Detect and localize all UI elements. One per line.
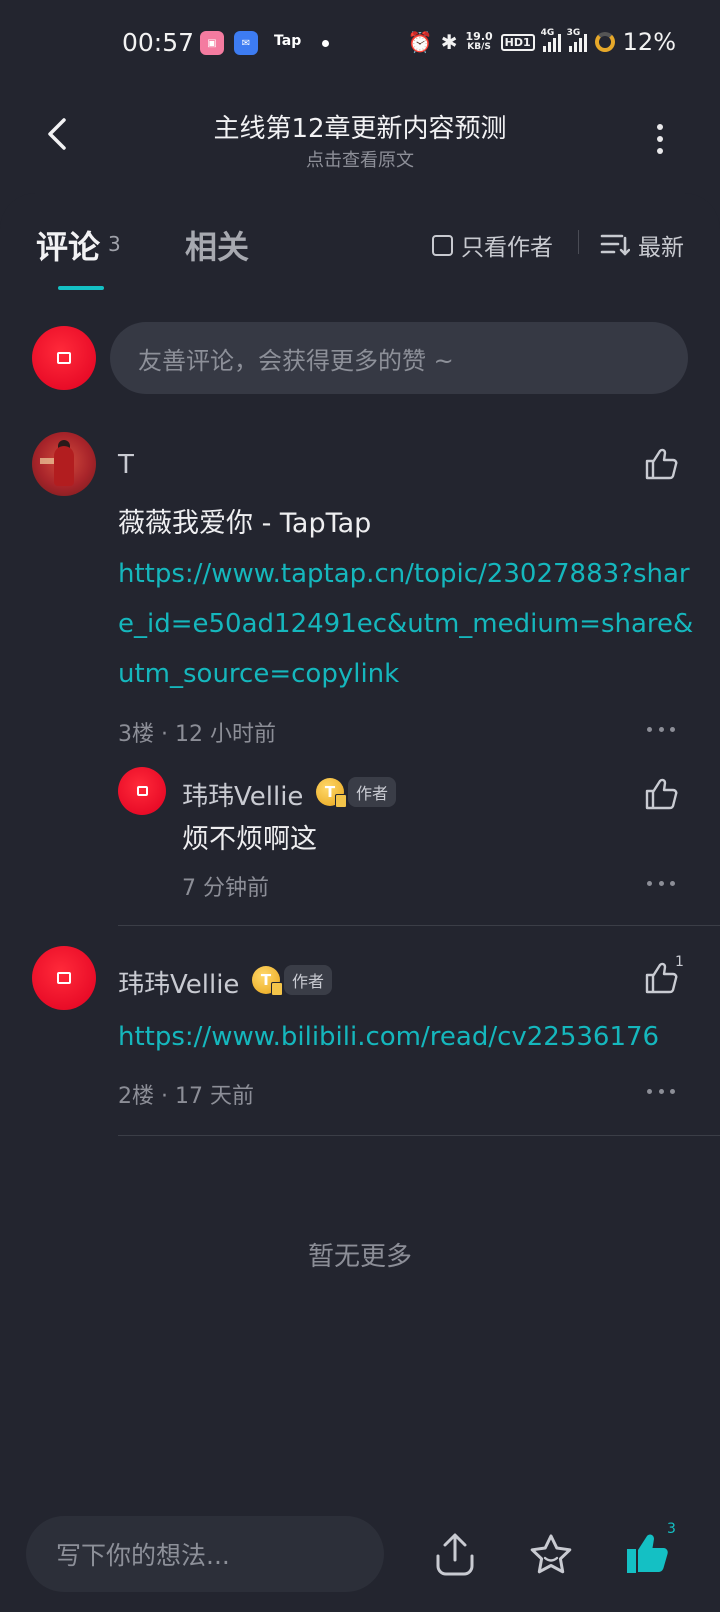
signal-4g-icon: 4G <box>541 28 561 52</box>
bottom-comment-input[interactable]: 写下你的想法... <box>26 1516 384 1592</box>
status-bar: 00:57 ▣ ✉ Tap ⏰ ✱ 19.0 KB/S HD1 4G 3G 12… <box>0 0 720 90</box>
sort-icon <box>600 234 630 256</box>
tab-comments[interactable]: 评论 <box>36 222 100 268</box>
more-notifications-dot <box>322 40 329 47</box>
comment-meta: 3楼 · 12 小时前 <box>118 716 276 748</box>
view-original-link[interactable]: 点击查看原文 <box>0 146 720 172</box>
favorite-icon[interactable] <box>528 1532 574 1578</box>
avatar-text-mark <box>40 458 54 464</box>
network-speed: 19.0 KB/S <box>466 31 493 53</box>
status-right-group: ⏰ ✱ 19.0 KB/S HD1 4G 3G 12% <box>408 28 676 56</box>
like-icon[interactable] <box>643 960 679 996</box>
comment-author[interactable]: T <box>118 450 134 480</box>
taptap-notification-icon: Tap <box>274 33 302 49</box>
signal-4g-label: 4G <box>540 28 555 38</box>
more-options-icon[interactable] <box>656 124 664 154</box>
like-count: 1 <box>675 954 684 970</box>
like-filled-icon[interactable] <box>624 1530 670 1576</box>
comment-time: 17 天前 <box>174 1084 254 1109</box>
comment-link[interactable]: https://www.taptap.cn/topic/23027883?sha… <box>118 549 698 699</box>
avatar-logo-icon <box>57 352 71 364</box>
avatar-logo-icon <box>136 786 148 796</box>
hd-voice-icon: HD1 <box>500 33 535 51</box>
comment-more-icon[interactable] <box>647 1089 675 1095</box>
comment-more-icon[interactable] <box>647 727 675 733</box>
signal-3g-icon: 3G <box>567 28 587 52</box>
author-only-label: 只看作者 <box>461 235 553 261</box>
signal-3g-label: 3G <box>566 28 581 38</box>
like-icon[interactable] <box>643 776 679 812</box>
comment-text: 薇薇我爱你 - TapTap <box>118 508 372 539</box>
network-speed-unit: KB/S <box>467 42 491 52</box>
reply-avatar[interactable] <box>118 767 166 815</box>
comments-sheet <box>0 193 720 1612</box>
comment-input-placeholder: 友善评论，会获得更多的赞 ~ <box>138 346 454 375</box>
tab-related[interactable]: 相关 <box>185 222 249 268</box>
comment-link[interactable]: https://www.bilibili.com/read/cv22536176 <box>118 1012 698 1062</box>
my-avatar[interactable] <box>32 326 96 390</box>
bilibili-icon: ▣ <box>200 31 224 55</box>
battery-percent: 12% <box>622 28 676 56</box>
no-more-label: 暂无更多 <box>307 1242 412 1272</box>
network-speed-value: 19.0 <box>465 30 493 43</box>
reply-author[interactable]: 玮玮Vellie <box>182 776 303 813</box>
sort-button[interactable]: 最新 <box>600 228 684 262</box>
comment-time: 12 小时前 <box>174 722 276 747</box>
avatar-logo-icon <box>57 972 71 984</box>
comment-avatar-t[interactable] <box>32 432 96 496</box>
bottom-input-placeholder: 写下你的想法... <box>56 1541 230 1570</box>
verified-badge-icon: T <box>316 778 347 808</box>
alarm-icon: ⏰ <box>407 30 433 54</box>
avatar-figure <box>54 446 74 486</box>
comment-input[interactable]: 友善评论，会获得更多的赞 ~ <box>110 322 688 394</box>
comment-floor: 3楼 <box>118 722 154 747</box>
author-only-checkbox[interactable] <box>432 234 453 256</box>
comment-meta: 2楼 · 17 天前 <box>118 1078 254 1110</box>
share-icon[interactable] <box>432 1532 478 1578</box>
tab-comments-count: 3 <box>108 232 121 256</box>
verified-badge-icon: T <box>252 966 283 996</box>
meta-separator: · <box>154 722 175 747</box>
active-tab-indicator <box>58 286 104 290</box>
comment-avatar-vellie[interactable] <box>32 946 96 1010</box>
comment-floor: 2楼 <box>118 1084 154 1109</box>
author-tag: 作者 <box>284 965 333 995</box>
bluetooth-icon: ✱ <box>440 30 458 54</box>
reply-time: 7 分钟前 <box>182 876 269 901</box>
reply-more-icon[interactable] <box>647 881 675 887</box>
toolbar-divider <box>578 230 579 254</box>
sort-label: 最新 <box>638 235 684 261</box>
reply-text: 烦不烦啊这 <box>182 824 317 855</box>
mail-icon: ✉ <box>234 31 258 55</box>
page-title: 主线第12章更新内容预测 <box>213 114 507 144</box>
comment-divider <box>118 925 720 926</box>
meta-separator: · <box>154 1084 175 1109</box>
battery-icon <box>594 32 615 52</box>
comment-divider <box>118 1135 720 1136</box>
like-icon[interactable] <box>643 446 679 482</box>
status-time: 00:57 <box>122 28 195 57</box>
badge-letter: T <box>324 783 336 801</box>
badge-letter: T <box>260 971 272 989</box>
like-count: 3 <box>667 1521 676 1537</box>
comment-author[interactable]: 玮玮Vellie <box>118 964 239 1001</box>
author-only-toggle[interactable]: 只看作者 <box>432 228 553 262</box>
author-tag: 作者 <box>348 777 397 807</box>
